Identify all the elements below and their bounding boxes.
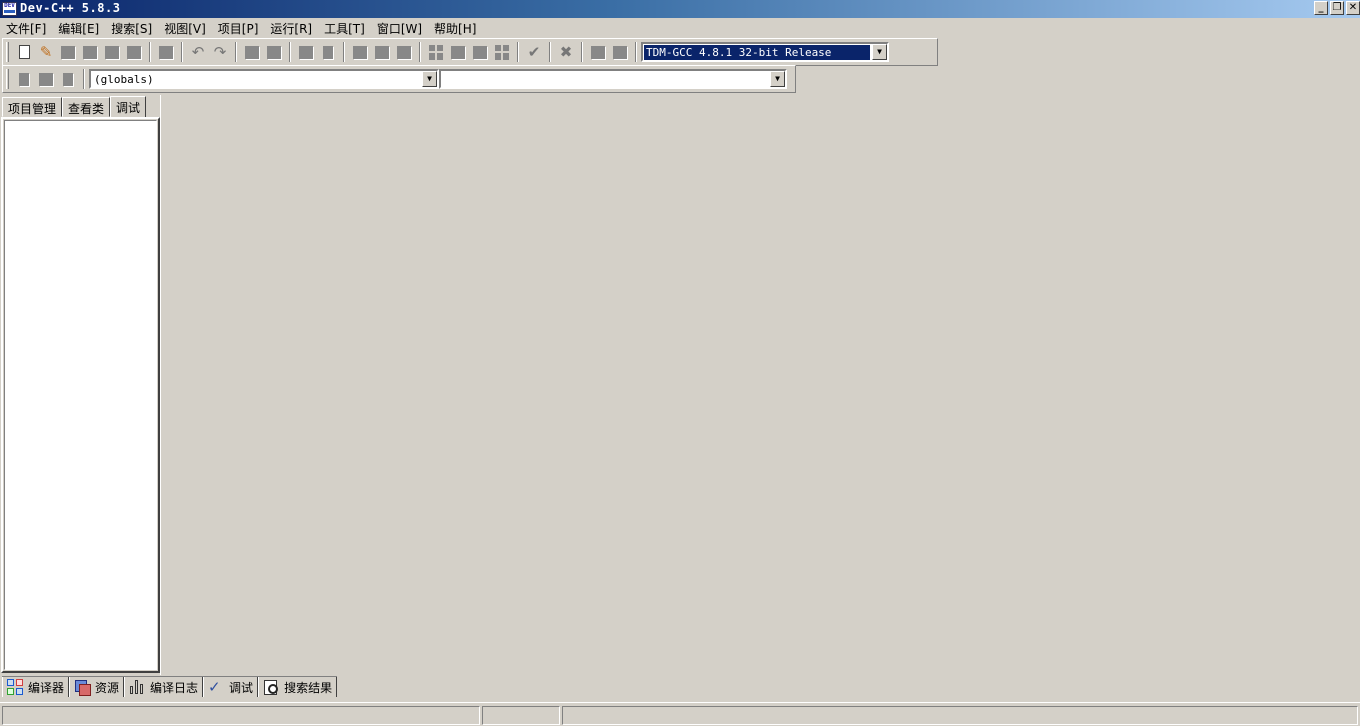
toolbar-grip[interactable] (6, 69, 9, 89)
goto-line-icon[interactable] (295, 41, 317, 63)
goto-bookmark-icon[interactable] (57, 68, 79, 90)
toolbar-separator (343, 42, 345, 62)
toolbar-separator (549, 42, 551, 62)
delete-profile-icon[interactable] (609, 41, 631, 63)
chevron-down-icon[interactable]: ▼ (770, 71, 785, 87)
menu-view[interactable]: 视图[V] (164, 20, 206, 37)
toolbar-separator (149, 42, 151, 62)
toolbar-separator (581, 42, 583, 62)
tab-classes[interactable]: 查看类 (62, 97, 111, 117)
status-panel-1 (2, 706, 480, 725)
panel-splitter[interactable] (160, 95, 162, 675)
menu-search[interactable]: 搜索[S] (111, 20, 152, 37)
toolbar-separator (83, 69, 85, 89)
toolbar-grip[interactable] (6, 42, 9, 62)
toolbar-separator (419, 42, 421, 62)
save-icon[interactable] (57, 41, 79, 63)
tab-debug-output[interactable]: ✓ 调试 (203, 677, 259, 697)
scope-select-value: (globals) (94, 73, 154, 86)
window-title: Dev-C++ 5.8.3 (20, 1, 121, 15)
close-icon[interactable] (101, 41, 123, 63)
toggle-bookmark-icon[interactable] (35, 68, 57, 90)
restore-button[interactable]: ❐ (1330, 1, 1344, 15)
compiler-select-value: TDM-GCC 4.8.1 32-bit Release (644, 45, 870, 60)
menu-run[interactable]: 运行[R] (270, 20, 312, 37)
abort-icon[interactable]: ✖ (555, 41, 577, 63)
menu-window[interactable]: 窗口[W] (377, 20, 422, 37)
toolbar-separator (517, 42, 519, 62)
prev-bookmark-icon[interactable] (349, 41, 371, 63)
chevron-down-icon[interactable]: ▼ (872, 44, 887, 60)
search-icon (263, 679, 279, 695)
tab-search-results-label: 搜索结果 (284, 680, 333, 695)
main-toolbar: ✎ ↶ ↷ ✔ ✖ TDM-GCC 4.8.1 32-bit Release ▼ (2, 38, 938, 66)
status-panel-3 (562, 706, 1358, 725)
menu-help[interactable]: 帮助[H] (434, 20, 476, 37)
tab-debug[interactable]: 调试 (110, 96, 147, 118)
tab-compile-log[interactable]: 编译日志 (124, 677, 204, 697)
indent-icon[interactable] (317, 41, 339, 63)
tab-resources[interactable]: 资源 (69, 677, 125, 697)
rebuild-icon[interactable] (491, 41, 513, 63)
left-panel (1, 117, 160, 673)
print-icon[interactable] (155, 41, 177, 63)
save-all-icon[interactable] (79, 41, 101, 63)
open-file-icon[interactable]: ✎ (35, 41, 57, 63)
class-toolbar: (globals) ▼ ▼ (2, 65, 796, 93)
toolbar-separator (235, 42, 237, 62)
chevron-down-icon[interactable]: ▼ (422, 71, 437, 87)
app-icon: DEV (2, 2, 17, 16)
check-icon: ✓ (208, 678, 221, 696)
scope-select[interactable]: (globals) ▼ (89, 69, 439, 89)
title-bar: DEV Dev-C++ 5.8.3 _ ❐ ✕ (0, 0, 1360, 18)
menu-file[interactable]: 文件[F] (6, 20, 46, 37)
tab-project[interactable]: 项目管理 (2, 97, 63, 117)
resources-icon (74, 679, 92, 696)
toolbar-separator (289, 42, 291, 62)
tab-search-results[interactable]: 搜索结果 (258, 677, 338, 697)
status-panel-2 (482, 706, 560, 725)
run-icon[interactable] (447, 41, 469, 63)
tab-compile-log-label: 编译日志 (150, 680, 199, 695)
syntax-check-icon[interactable]: ✔ (523, 41, 545, 63)
redo-icon[interactable]: ↷ (209, 41, 231, 63)
bottom-panel-tabs: 编译器 资源 编译日志 ✓ 调试 搜索结果 (2, 676, 338, 697)
menu-bar: 文件[F] 编辑[E] 搜索[S] 视图[V] 项目[P] 运行[R] 工具[T… (0, 18, 1360, 38)
menu-edit[interactable]: 编辑[E] (58, 20, 99, 37)
menu-tools[interactable]: 工具[T] (324, 20, 365, 37)
new-file-icon[interactable] (13, 41, 35, 63)
menu-project[interactable]: 项目[P] (218, 20, 259, 37)
tab-debug-output-label: 调试 (229, 680, 254, 695)
close-window-button[interactable]: ✕ (1346, 1, 1360, 15)
status-bar (0, 702, 1360, 726)
insert-icon[interactable] (13, 68, 35, 90)
toolbar-separator (181, 42, 183, 62)
debug-tree-view[interactable] (4, 120, 157, 670)
compiler-select[interactable]: TDM-GCC 4.8.1 32-bit Release ▼ (641, 42, 889, 62)
close-all-icon[interactable] (123, 41, 145, 63)
tab-compiler[interactable]: 编译器 (2, 677, 70, 697)
tab-compiler-label: 编译器 (28, 680, 65, 695)
member-select[interactable]: ▼ (439, 69, 787, 89)
tab-resources-label: 资源 (95, 680, 120, 695)
toolbar-separator (635, 42, 637, 62)
compile-icon[interactable] (425, 41, 447, 63)
minimize-button[interactable]: _ (1314, 1, 1328, 15)
undo-icon[interactable]: ↶ (187, 41, 209, 63)
profile-icon[interactable] (587, 41, 609, 63)
next-bookmark-icon[interactable] (371, 41, 393, 63)
compile-run-icon[interactable] (469, 41, 491, 63)
compiler-icon (7, 679, 23, 695)
bar-chart-icon (129, 679, 145, 695)
replace-icon[interactable] (263, 41, 285, 63)
left-panel-tabs: 项目管理 查看类 调试 (2, 95, 147, 118)
comment-icon[interactable] (393, 41, 415, 63)
find-icon[interactable] (241, 41, 263, 63)
